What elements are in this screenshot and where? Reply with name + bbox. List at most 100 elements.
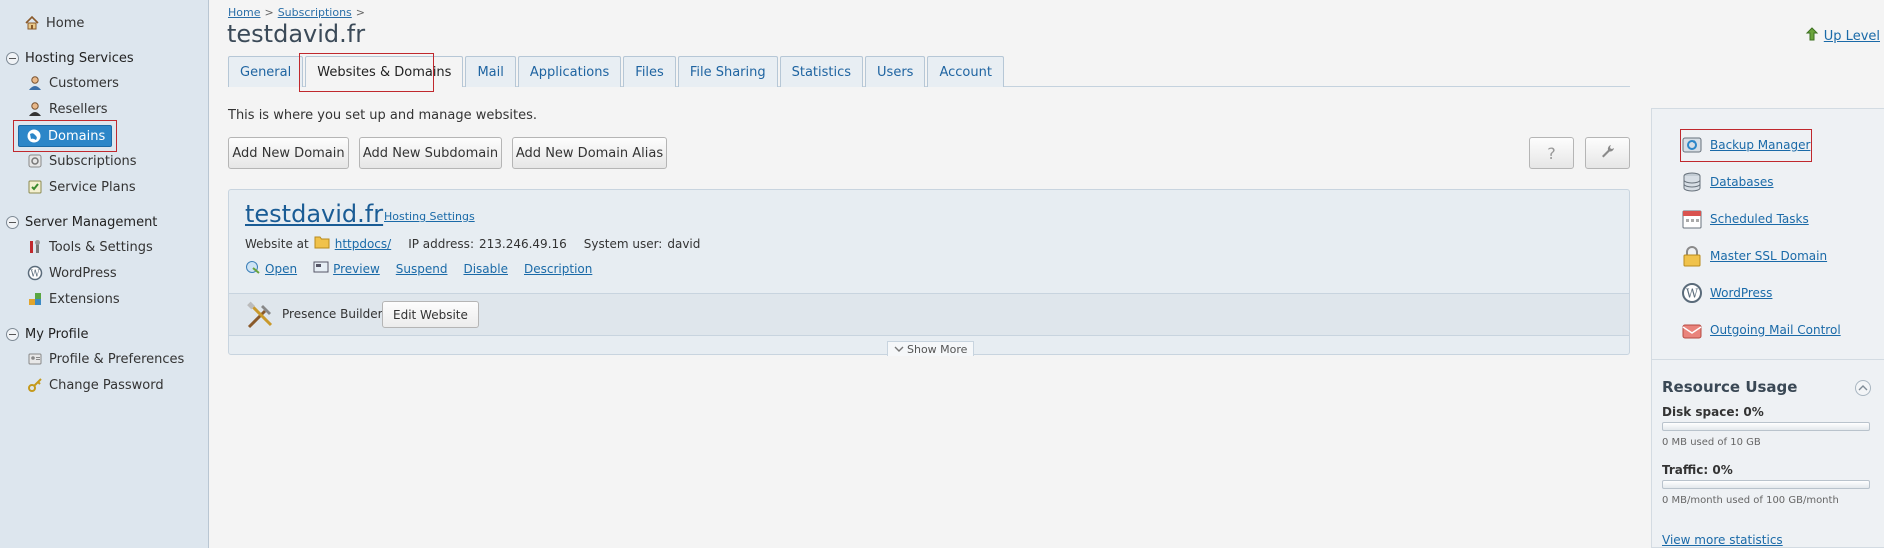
preview-link[interactable]: Preview: [333, 262, 380, 276]
docroot-link[interactable]: httpdocs/: [335, 237, 391, 251]
domain-name-link[interactable]: testdavid.fr: [245, 200, 383, 228]
ip-label: IP address:: [408, 236, 474, 251]
sidebar-item-label: Customers: [49, 75, 119, 91]
resource-divider: [1652, 359, 1884, 360]
settings-button[interactable]: [1585, 137, 1630, 169]
svg-text:W: W: [1686, 287, 1699, 301]
sidebar-group-server-management[interactable]: Server Management: [6, 211, 157, 233]
suspend-link[interactable]: Suspend: [396, 262, 448, 276]
breadcrumb-subscriptions-link[interactable]: Subscriptions: [278, 6, 352, 19]
user-icon: [27, 75, 43, 91]
preview-icon: [313, 260, 329, 277]
sidebar-item-customers[interactable]: Customers: [27, 72, 119, 94]
page-title: testdavid.fr: [227, 20, 366, 48]
show-more-label: Show More: [907, 342, 968, 356]
open-link[interactable]: Open: [265, 262, 297, 276]
sidebar-group-label: My Profile: [25, 326, 89, 342]
chevron-down-icon: [894, 343, 904, 356]
tab-applications[interactable]: Applications: [517, 56, 622, 87]
edit-website-button[interactable]: Edit Website: [382, 301, 479, 328]
sidebar-item-label: Resellers: [49, 101, 108, 117]
tool-label[interactable]: Scheduled Tasks: [1710, 212, 1809, 226]
sidebar-item-domains[interactable]: Domains: [13, 120, 117, 152]
description-link[interactable]: Description: [524, 262, 592, 276]
tab-websites-domains[interactable]: Websites & Domains: [305, 56, 464, 87]
up-arrow-icon: [1805, 27, 1819, 45]
sidebar-item-label: Home: [46, 15, 85, 31]
wrench-icon: [1600, 143, 1616, 163]
collapse-icon[interactable]: [6, 215, 19, 229]
disable-link[interactable]: Disable: [463, 262, 508, 276]
up-level-link[interactable]: Up Level: [1805, 27, 1880, 45]
add-domain-alias-button[interactable]: Add New Domain Alias: [512, 137, 667, 169]
traffic-label: Traffic: 0%: [1662, 463, 1733, 477]
subscription-icon: [27, 153, 43, 169]
sidebar-item-label: Extensions: [49, 291, 120, 307]
collapse-icon[interactable]: [6, 51, 19, 65]
tool-label[interactable]: WordPress: [1710, 286, 1772, 300]
sidebar-group-label: Hosting Services: [25, 50, 134, 66]
up-level-label[interactable]: Up Level: [1824, 29, 1880, 44]
sidebar-group-my-profile[interactable]: My Profile: [6, 323, 88, 345]
tab-general[interactable]: General: [228, 56, 304, 87]
resource-usage-title: Resource Usage: [1662, 378, 1798, 396]
tool-label[interactable]: Backup Manager: [1710, 138, 1810, 152]
wordpress-icon: W: [1681, 282, 1703, 304]
website-info: Website at httpdocs/ IP address: 213.246…: [245, 235, 700, 252]
folder-icon: [314, 235, 330, 252]
preview-action[interactable]: Preview: [313, 260, 380, 277]
collapse-up-icon[interactable]: [1855, 380, 1871, 396]
presence-builder-icon: [245, 301, 275, 335]
tool-scheduled-tasks[interactable]: Scheduled Tasks: [1681, 208, 1809, 230]
tool-master-ssl-domain[interactable]: Master SSL Domain: [1681, 245, 1827, 267]
website-at-label: Website at: [245, 236, 309, 251]
tool-outgoing-mail-control[interactable]: Outgoing Mail Control: [1681, 319, 1841, 341]
add-domain-button[interactable]: Add New Domain: [228, 137, 349, 169]
sidebar-item-label: Profile & Preferences: [49, 351, 185, 367]
key-icon: [27, 377, 43, 393]
sidebar-item-change-password[interactable]: Change Password: [27, 374, 164, 396]
sidebar-item-home[interactable]: Home: [24, 12, 84, 34]
tab-account[interactable]: Account: [927, 56, 1004, 87]
open-action[interactable]: Open: [245, 260, 297, 277]
show-more-toggle[interactable]: Show More: [887, 341, 975, 356]
tab-file-sharing[interactable]: File Sharing: [677, 56, 778, 87]
profile-icon: [27, 351, 43, 367]
tool-databases[interactable]: Databases: [1681, 171, 1774, 193]
backup-icon: [1681, 134, 1703, 156]
breadcrumb-home-link[interactable]: Home: [228, 6, 260, 19]
tool-wordpress[interactable]: W WordPress: [1681, 282, 1772, 304]
view-more-statistics-link[interactable]: View more statistics: [1662, 533, 1783, 547]
hosting-settings-link[interactable]: Hosting Settings: [384, 210, 475, 223]
tab-users[interactable]: Users: [865, 56, 926, 87]
tab-mail[interactable]: Mail: [465, 56, 516, 87]
sidebar-item-label: Change Password: [49, 377, 164, 393]
help-button[interactable]: ?: [1529, 137, 1574, 169]
sidebar-item-wordpress[interactable]: W WordPress: [27, 262, 117, 284]
tool-label[interactable]: Databases: [1710, 175, 1774, 189]
tool-label[interactable]: Outgoing Mail Control: [1710, 323, 1841, 337]
extensions-icon: [27, 291, 43, 307]
system-user-label: System user:: [583, 236, 663, 251]
tool-label[interactable]: Master SSL Domain: [1710, 249, 1827, 263]
sidebar-item-resellers[interactable]: Resellers: [27, 98, 108, 120]
mail-control-icon: [1681, 319, 1703, 341]
sidebar-item-service-plans[interactable]: Service Plans: [27, 176, 136, 198]
add-subdomain-button[interactable]: Add New Subdomain: [359, 137, 502, 169]
sidebar-item-label: Subscriptions: [49, 153, 137, 169]
home-icon: [24, 15, 40, 31]
collapse-icon[interactable]: [6, 327, 19, 341]
sidebar-item-tools-settings[interactable]: Tools & Settings: [27, 236, 153, 258]
tab-statistics[interactable]: Statistics: [779, 56, 864, 87]
sidebar-group-hosting-services[interactable]: Hosting Services: [6, 47, 134, 69]
sidebar: Home Hosting Services Customers Reseller…: [0, 0, 209, 548]
sidebar-item-subscriptions[interactable]: Subscriptions: [27, 150, 137, 172]
tool-backup-manager[interactable]: Backup Manager: [1681, 134, 1810, 156]
tab-bar: General Websites & Domains Mail Applicat…: [228, 56, 1004, 87]
sidebar-group-label: Server Management: [25, 214, 158, 230]
sidebar-item-label: Service Plans: [49, 179, 136, 195]
help-icon: ?: [1547, 143, 1556, 163]
tab-files[interactable]: Files: [623, 56, 676, 87]
sidebar-item-profile-preferences[interactable]: Profile & Preferences: [27, 348, 184, 370]
sidebar-item-extensions[interactable]: Extensions: [27, 288, 120, 310]
